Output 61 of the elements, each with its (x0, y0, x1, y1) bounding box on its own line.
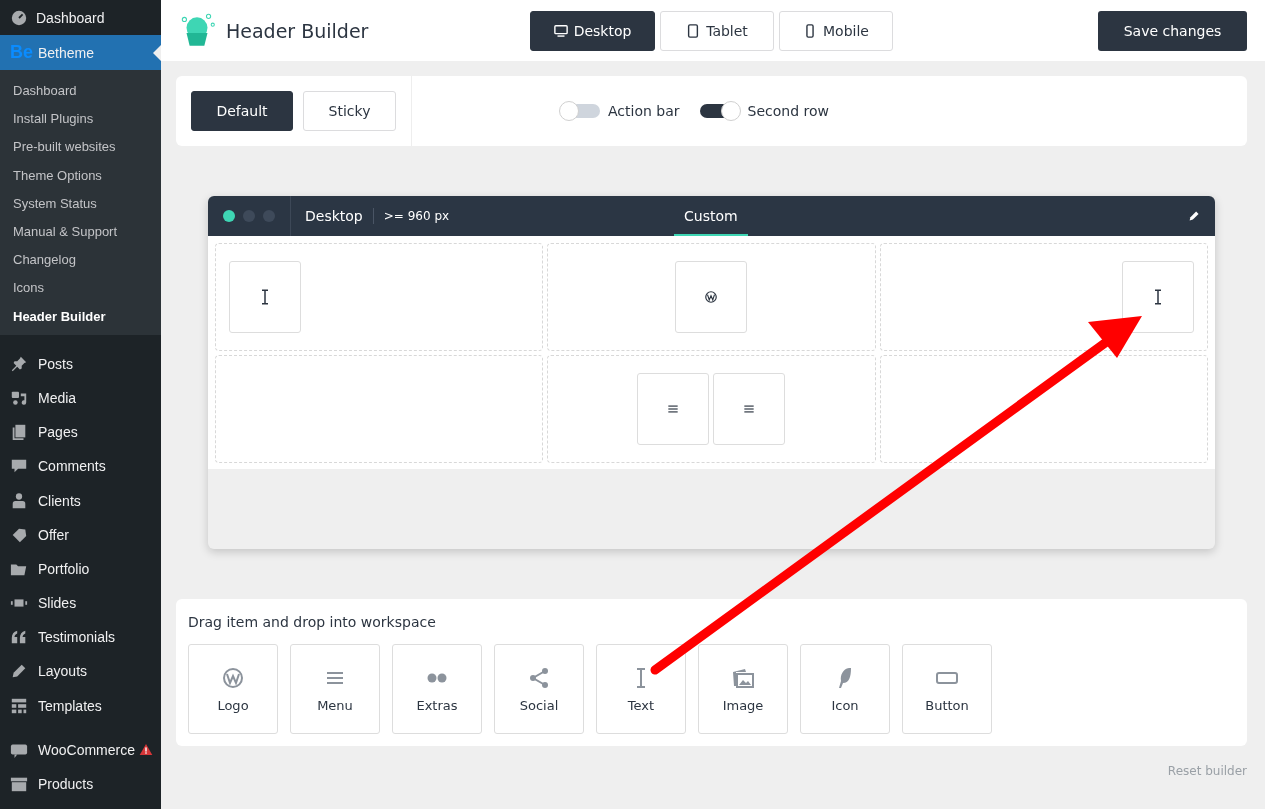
palette-title: Drag item and drop into workspace (188, 614, 437, 630)
sidebar-item[interactable]: Testimonials (0, 620, 161, 655)
sidebar-item[interactable]: Offer (0, 517, 161, 552)
monitor-icon (553, 23, 568, 38)
submenu-item[interactable]: Install Plugins (0, 105, 161, 134)
sidebar-item[interactable]: Layouts (0, 654, 161, 689)
sidebar-item[interactable]: Products (0, 766, 161, 802)
sidebar-item[interactable]: Clients (0, 483, 161, 518)
palette-item[interactable]: Image (698, 644, 788, 734)
sidebar-item[interactable]: Templates (0, 688, 161, 723)
submenu-item[interactable]: Icons (0, 274, 161, 303)
share-icon (527, 665, 551, 690)
submenu-item[interactable]: Pre-built websites (0, 133, 161, 162)
toggle-label: Second row (747, 103, 829, 119)
toggle-switch[interactable] (699, 104, 740, 118)
sidebar-item[interactable]: Pages (0, 415, 161, 450)
sidebar-item[interactable]: Portfolio (0, 551, 161, 586)
submenu-item[interactable]: Theme Options (0, 161, 161, 190)
sidebar-item[interactable]: Posts (0, 346, 161, 381)
submenu-item[interactable]: Manual & Support (0, 217, 161, 247)
logo-icon (704, 290, 719, 304)
drop-zone[interactable] (879, 355, 1208, 463)
toggle-label: Action bar (608, 103, 680, 119)
person-icon (10, 491, 28, 510)
mode-tab[interactable]: Default (191, 91, 293, 131)
page-title: Header Builder (226, 19, 369, 42)
toggle-switch[interactable] (560, 104, 600, 118)
submenu-item[interactable]: Header Builder (0, 302, 161, 331)
palette-item[interactable]: Menu (290, 644, 380, 734)
palette-item[interactable]: Logo (188, 644, 278, 734)
template-icon (10, 696, 28, 715)
logo-icon (221, 665, 245, 690)
palette-item[interactable]: Extras (392, 644, 482, 734)
palette-item[interactable]: Social (494, 644, 584, 734)
edit-icon[interactable] (1188, 209, 1201, 222)
gauge-icon (10, 8, 28, 27)
palette-item[interactable]: Text (596, 644, 686, 734)
sidebar-item[interactable]: Media (0, 380, 161, 416)
sidebar-item[interactable]: Slides (0, 586, 161, 621)
submenu-item[interactable]: System Status (0, 189, 161, 218)
palette-item[interactable]: Icon (800, 644, 890, 734)
sidebar-item[interactable]: WooCommerce (0, 732, 161, 767)
device-label: Desktop (291, 208, 374, 224)
palette-item[interactable]: Button (902, 644, 992, 734)
pages-icon (10, 423, 28, 442)
device-tab[interactable]: Desktop (530, 10, 655, 51)
pin-icon (10, 354, 28, 373)
device-tab[interactable]: Mobile (779, 10, 893, 51)
tablet-icon (686, 23, 701, 38)
header-element[interactable] (1122, 261, 1194, 333)
submenu-item[interactable]: Changelog (0, 246, 161, 275)
sidebar-item[interactable]: Be Betheme (0, 35, 161, 70)
sidebar-item[interactable]: Dashboard (0, 0, 161, 35)
submenu-item[interactable]: Dashboard (0, 77, 161, 106)
window-dot (223, 210, 235, 222)
save-button[interactable]: Save changes (1098, 10, 1247, 51)
breakpoint-label: >= 960 px (382, 209, 450, 223)
box-icon (10, 775, 28, 794)
mode-tab[interactable]: Sticky (303, 91, 396, 131)
device-tab[interactable]: Tablet (660, 10, 774, 51)
sidebar-item[interactable]: Comments (0, 449, 161, 484)
